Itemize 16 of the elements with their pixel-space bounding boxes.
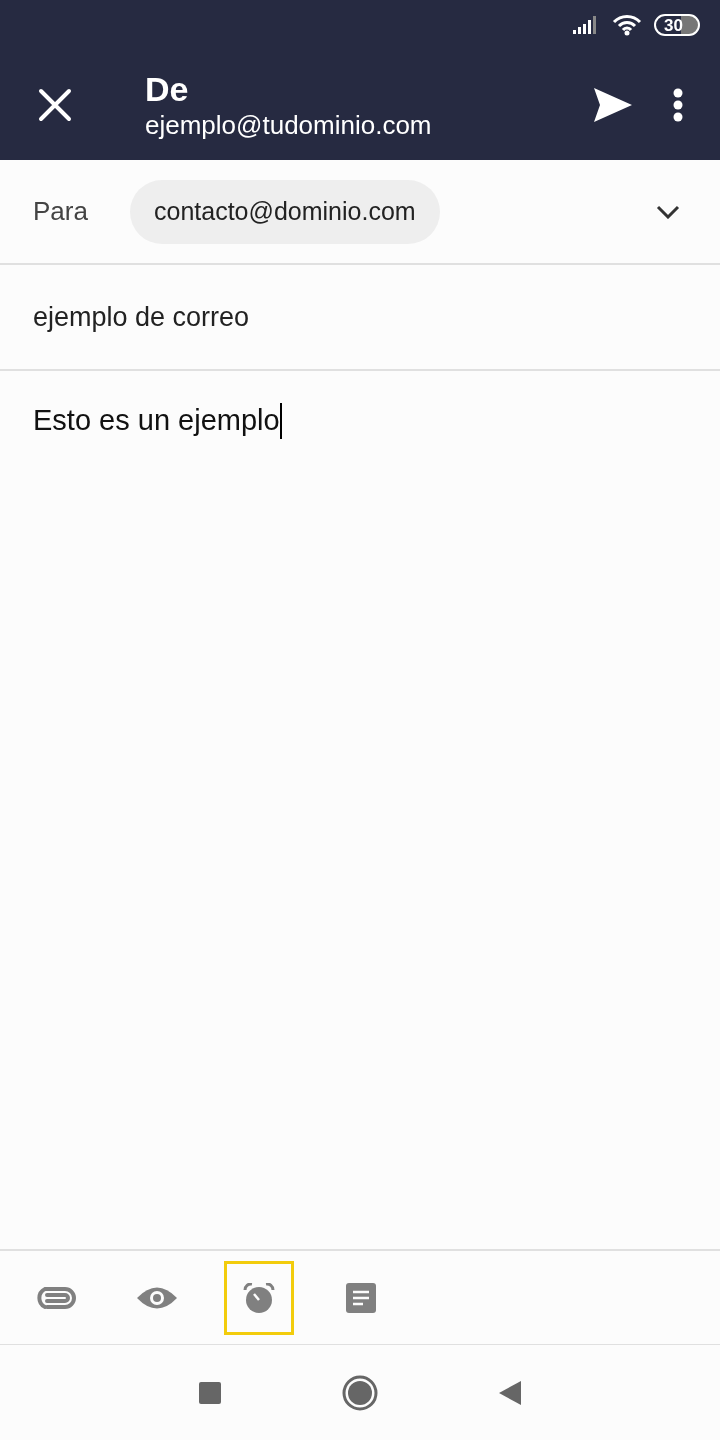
- header-title: De: [145, 69, 190, 109]
- battery-icon: 30: [654, 14, 700, 36]
- close-icon: [38, 88, 72, 122]
- to-label: Para: [33, 195, 89, 228]
- recipient-chip[interactable]: contacto@dominio.com: [130, 179, 440, 244]
- more-icon: [673, 88, 683, 122]
- recents-icon[interactable]: [198, 1380, 222, 1405]
- back-icon[interactable]: [498, 1379, 522, 1406]
- body-field[interactable]: Esto es un ejemplo: [33, 399, 687, 443]
- send-icon: [594, 88, 632, 122]
- chevron-down-icon[interactable]: [656, 204, 680, 219]
- home-icon[interactable]: [342, 1374, 378, 1411]
- alarm-clock-icon[interactable]: [224, 1260, 294, 1335]
- subject-field[interactable]: ejemplo de correo: [33, 296, 687, 338]
- sender-address: ejemplo@tudominio.com: [145, 109, 433, 141]
- wifi-icon: [612, 14, 642, 36]
